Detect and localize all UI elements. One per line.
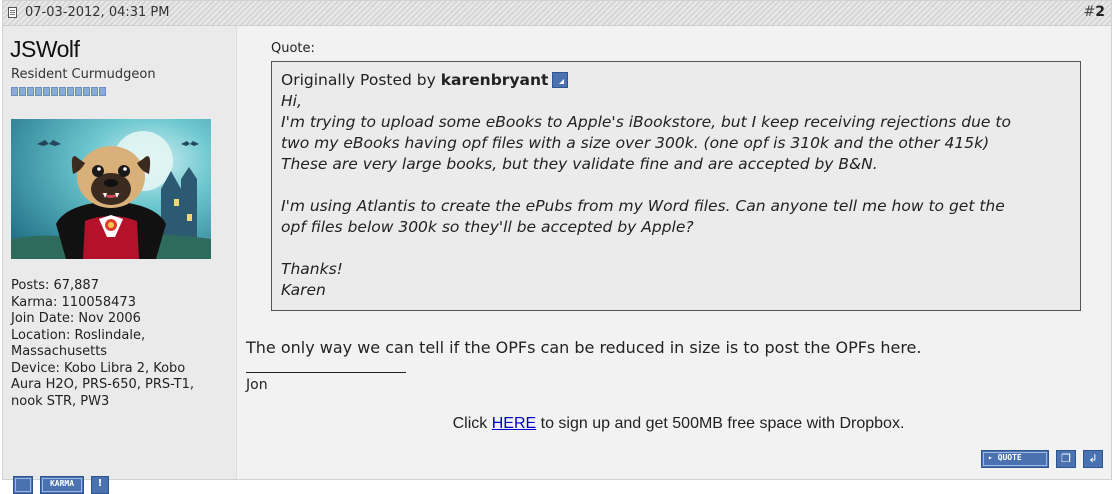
quote-line: I'm trying to upload some eBooks to Appl… xyxy=(281,113,1011,131)
reputation-pip xyxy=(19,87,26,96)
user-stat-line: Location: Roslindale, xyxy=(11,327,146,343)
post-number[interactable]: #2 xyxy=(1084,4,1105,20)
quote-line: opf files below 300k so they'll be accep… xyxy=(281,218,694,236)
quote-line: two my eBooks having opf files with a si… xyxy=(281,134,990,152)
reputation-pip xyxy=(83,87,90,96)
multiquote-button[interactable]: ❐ xyxy=(1056,450,1076,468)
quote-posted-by: Originally Posted by xyxy=(281,71,436,89)
quote-box: Originally Posted by karenbryant Hi, I'm … xyxy=(271,61,1081,311)
signature-suffix: to sign up and get 500MB free space with… xyxy=(540,415,905,432)
post-number-value: 2 xyxy=(1095,4,1105,20)
karma-button-label: KARMA xyxy=(49,479,75,488)
signature-prefix: Click xyxy=(452,415,488,432)
quote-button-label: ▸ QUOTE xyxy=(988,453,1022,462)
avatar-image xyxy=(11,119,211,259)
reputation-pip xyxy=(27,87,34,96)
reply-icon: ↲ xyxy=(1088,452,1098,465)
quote-label: Quote: xyxy=(271,41,315,56)
user-stat-line: Join Date: Nov 2006 xyxy=(11,311,141,326)
user-info-panel: JSWolf Resident Curmudgeon Posts: 67,887… xyxy=(3,26,237,494)
signature-link[interactable]: HERE xyxy=(492,415,536,432)
report-post-button[interactable]: ! xyxy=(91,476,109,494)
quote-line: These are very large books, but they val… xyxy=(281,155,878,173)
quote-line: Thanks! xyxy=(281,260,343,278)
quote-author: karenbryant xyxy=(440,71,549,89)
reputation-pip xyxy=(35,87,42,96)
quick-reply-button[interactable]: ↲ xyxy=(1083,450,1103,468)
post-header: 07-03-2012, 04:31 PM #2 xyxy=(3,1,1111,26)
quote-line: I'm using Atlantis to create the ePubs f… xyxy=(281,197,1005,215)
reputation-pip xyxy=(75,87,82,96)
forum-post: 07-03-2012, 04:31 PM #2 JSWolf Resident … xyxy=(2,0,1112,494)
post-message: The only way we can tell if the OPFs can… xyxy=(246,338,922,357)
quote-line: Hi, xyxy=(281,92,302,110)
reputation-pip xyxy=(59,87,66,96)
signature-name: Jon xyxy=(246,377,268,393)
multiquote-icon: ❐ xyxy=(1061,452,1071,465)
signature-line: Click HERE to sign up and get 500MB free… xyxy=(246,415,1111,433)
quote-blank-line xyxy=(281,175,1072,196)
report-icon: ! xyxy=(97,478,103,489)
quote-text: Hi, I'm trying to upload some eBooks to A… xyxy=(281,91,1072,301)
quote-header: Originally Posted by karenbryant xyxy=(281,70,1072,91)
quote-button[interactable]: ▸ QUOTE xyxy=(981,450,1049,468)
reputation-pip xyxy=(91,87,98,96)
quote-line: Karen xyxy=(281,281,326,299)
reputation-bar xyxy=(11,87,121,96)
username[interactable]: JSWolf xyxy=(10,36,80,63)
reputation-pip xyxy=(67,87,74,96)
reputation-pip xyxy=(43,87,50,96)
user-title: Resident Curmudgeon xyxy=(11,67,156,82)
user-stat-line: nook STR, PW3 xyxy=(11,393,110,409)
reputation-pip xyxy=(99,87,106,96)
user-stat-line: Karma: 110058473 xyxy=(11,294,136,310)
user-stat-line: Device: Kobo Libra 2, Kobo xyxy=(11,360,186,376)
reputation-pip xyxy=(11,87,18,96)
post-number-prefix: # xyxy=(1083,4,1096,20)
post-permalink[interactable]: #2 xyxy=(1084,4,1105,20)
post-content: Quote: Originally Posted by karenbryant … xyxy=(246,26,1111,479)
user-stat-line: Posts: 67,887 xyxy=(11,278,99,293)
reputation-pip xyxy=(51,87,58,96)
user-profile-button[interactable] xyxy=(13,476,33,494)
user-stat-line: Aura H2O, PRS-650, PRS-T1, xyxy=(11,377,194,392)
quote-blank-line xyxy=(281,238,1072,259)
user-stat-line: Massachusetts xyxy=(11,344,108,359)
user-stats: Posts: 67,887 Karma: 110058473 Join Date: … xyxy=(11,278,226,410)
view-post-icon[interactable] xyxy=(552,72,569,88)
signature-divider xyxy=(246,372,406,373)
avatar[interactable] xyxy=(11,119,211,259)
post-icon xyxy=(8,7,17,18)
profile-icon xyxy=(15,478,31,492)
post-date: 07-03-2012, 04:31 PM xyxy=(25,5,170,20)
karma-button[interactable]: KARMA xyxy=(40,476,84,494)
